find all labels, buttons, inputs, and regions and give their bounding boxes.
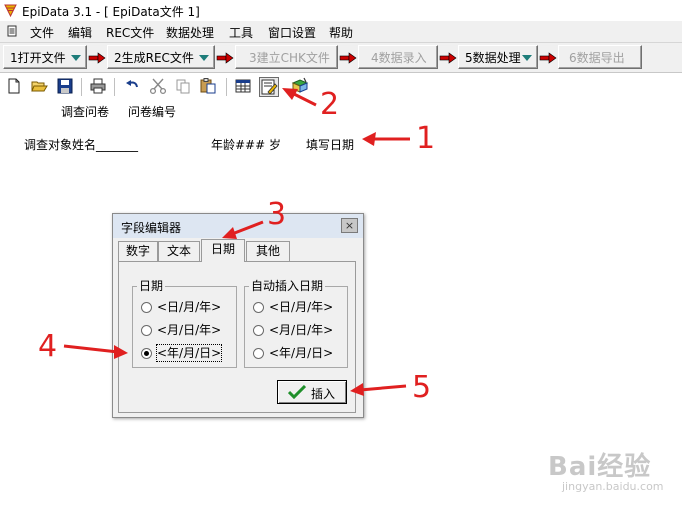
tab-date-label: 日期 <box>210 242 235 256</box>
annotation-arrows <box>63 88 410 396</box>
annotation-arrow-1 <box>362 132 410 146</box>
annotation-arrow-4 <box>63 344 128 359</box>
annotation-number-2: 2 <box>320 87 340 122</box>
annotation-number-3: 3 <box>267 197 287 232</box>
tab-date[interactable]: 日期 <box>201 239 245 262</box>
baidu-jingyan-watermark: Bai经验 jingyan.baidu.com <box>528 446 678 506</box>
watermark-logo-text: Bai经验 <box>548 452 652 482</box>
annotation-number-4: 4 <box>38 329 58 364</box>
annotation-arrow-3 <box>222 220 264 239</box>
annotation-arrow-2 <box>282 88 317 107</box>
annotation-number-5: 5 <box>412 370 432 405</box>
annotation-number-1: 1 <box>416 121 436 156</box>
annotation-arrow-5 <box>350 383 407 396</box>
watermark-url: jingyan.baidu.com <box>562 480 664 493</box>
